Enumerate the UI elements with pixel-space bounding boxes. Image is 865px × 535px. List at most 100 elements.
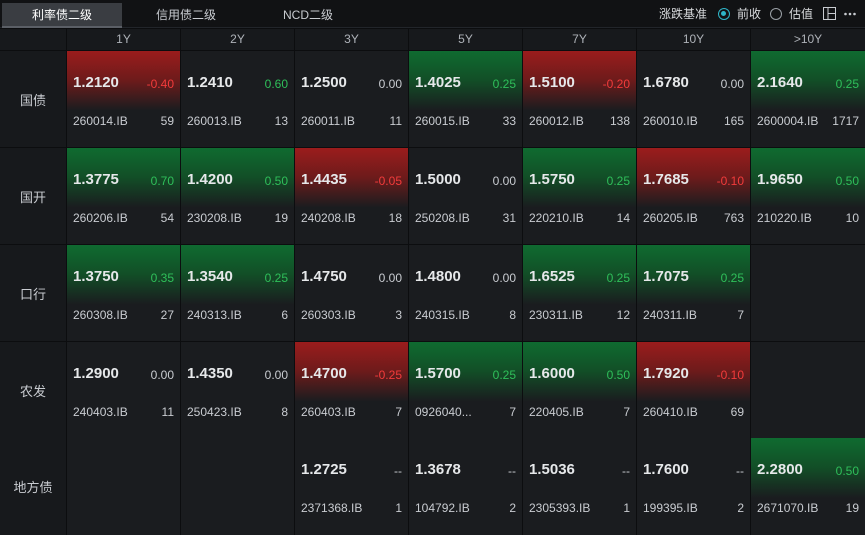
- empty-cell: [67, 438, 180, 535]
- change-value: 0.25: [492, 368, 516, 382]
- change-value: 0.50: [835, 174, 859, 188]
- yield-value: 1.7075: [643, 268, 689, 285]
- tab-rate-bond-secondary[interactable]: 利率债二级: [2, 3, 122, 27]
- change-value: 0.00: [378, 77, 402, 91]
- row-header: 国债: [0, 51, 66, 147]
- change-value: 0.00: [492, 271, 516, 285]
- quote-cell[interactable]: 1.2120 -0.40 260014.IB 59: [67, 51, 180, 147]
- change-basis-label: 涨跌基准: [659, 7, 708, 21]
- trade-count: 59: [160, 114, 174, 128]
- quote-cell[interactable]: 1.7685 -0.10 260205.IB 763: [637, 148, 750, 244]
- column-header-2y[interactable]: 2Y: [181, 29, 294, 50]
- trade-count: 7: [395, 405, 402, 419]
- tab-credit-bond-secondary[interactable]: 信用债二级: [126, 3, 246, 27]
- trade-count: 138: [609, 114, 630, 128]
- yield-value: 1.7920: [643, 365, 689, 382]
- quote-cell[interactable]: 1.3678 -- 104792.IB 2: [409, 438, 522, 535]
- valuation-label[interactable]: 估值: [789, 6, 813, 22]
- change-value: 0.00: [378, 271, 402, 285]
- radio-prev-close[interactable]: [718, 8, 730, 20]
- quote-cell[interactable]: 1.2500 0.00 260011.IB 11: [295, 51, 408, 147]
- trade-count: 763: [723, 211, 744, 225]
- trade-count: 8: [509, 308, 516, 322]
- trade-count: 18: [388, 211, 402, 225]
- quote-cell[interactable]: 1.5750 0.25 220210.IB 14: [523, 148, 636, 244]
- top-tab-bar: 利率债二级 信用债二级 NCD二级 涨跌基准 前收 估值: [0, 0, 865, 28]
- trade-count: 10: [845, 211, 859, 225]
- quote-cell[interactable]: 1.3775 0.70 260206.IB 54: [67, 148, 180, 244]
- change-value: 0.25: [264, 271, 288, 285]
- yield-value: 1.5000: [415, 171, 461, 188]
- yield-value: 1.6000: [529, 365, 575, 382]
- trade-count: 33: [502, 114, 516, 128]
- quote-cell[interactable]: 1.5100 -0.20 260012.IB 138: [523, 51, 636, 147]
- quote-cell[interactable]: 1.5700 0.25 0926040... 7: [409, 342, 522, 438]
- row-header: 口行: [0, 245, 66, 341]
- quote-cell[interactable]: 1.6000 0.50 220405.IB 7: [523, 342, 636, 438]
- bond-code: 2671070.IB: [757, 501, 819, 515]
- column-header-1y[interactable]: 1Y: [67, 29, 180, 50]
- quote-cell[interactable]: 1.4350 0.00 250423.IB 8: [181, 342, 294, 438]
- yield-value: 1.2900: [73, 365, 119, 382]
- column-header-gt10y[interactable]: >10Y: [751, 29, 865, 50]
- trade-count: 8: [281, 405, 288, 419]
- quote-cell[interactable]: 1.3750 0.35 260308.IB 27: [67, 245, 180, 341]
- radio-valuation[interactable]: [770, 8, 782, 20]
- quote-cell[interactable]: 1.7075 0.25 240311.IB 7: [637, 245, 750, 341]
- column-header-5y[interactable]: 5Y: [409, 29, 522, 50]
- bond-code: 250423.IB: [187, 405, 242, 419]
- column-header-10y[interactable]: 10Y: [637, 29, 750, 50]
- quote-cell[interactable]: 1.4750 0.00 260303.IB 3: [295, 245, 408, 341]
- trade-count: 3: [395, 308, 402, 322]
- quote-cell[interactable]: 2.2800 0.50 2671070.IB 19: [751, 438, 865, 535]
- bond-code: 230208.IB: [187, 211, 242, 225]
- quote-cell[interactable]: 1.7920 -0.10 260410.IB 69: [637, 342, 750, 438]
- quote-cell[interactable]: 1.4025 0.25 260015.IB 33: [409, 51, 522, 147]
- column-header-3y[interactable]: 3Y: [295, 29, 408, 50]
- yield-value: 1.9650: [757, 171, 803, 188]
- quote-cell[interactable]: 1.5036 -- 2305393.IB 1: [523, 438, 636, 535]
- quote-cell[interactable]: 1.4800 0.00 240315.IB 8: [409, 245, 522, 341]
- yield-value: 1.4350: [187, 365, 233, 382]
- quote-cell[interactable]: 1.4200 0.50 230208.IB 19: [181, 148, 294, 244]
- quote-cell[interactable]: 1.2725 -- 2371368.IB 1: [295, 438, 408, 535]
- quote-cell[interactable]: 2.1640 0.25 2600004.IB 1717: [751, 51, 865, 147]
- change-value: 0.00: [492, 174, 516, 188]
- bond-code: 260014.IB: [73, 114, 128, 128]
- yield-value: 1.2120: [73, 74, 119, 91]
- change-value: 0.25: [606, 271, 630, 285]
- quote-cell[interactable]: 1.3540 0.25 240313.IB 6: [181, 245, 294, 341]
- layout-icon[interactable]: [822, 7, 836, 21]
- change-value: --: [736, 464, 744, 478]
- quote-cell[interactable]: 1.4435 -0.05 240208.IB 18: [295, 148, 408, 244]
- quote-cell[interactable]: 1.9650 0.50 210220.IB 10: [751, 148, 865, 244]
- bond-code: 260206.IB: [73, 211, 128, 225]
- yield-value: 1.2410: [187, 74, 233, 91]
- trade-count: 12: [616, 308, 630, 322]
- more-icon[interactable]: [843, 7, 857, 21]
- quote-cell[interactable]: 1.2410 0.60 260013.IB 13: [181, 51, 294, 147]
- trade-count: 7: [623, 405, 630, 419]
- change-value: --: [622, 464, 630, 478]
- quote-cell[interactable]: 1.6780 0.00 260010.IB 165: [637, 51, 750, 147]
- change-value: 0.00: [720, 77, 744, 91]
- bond-code: 260011.IB: [301, 114, 355, 128]
- quote-cell[interactable]: 1.4700 -0.25 260403.IB 7: [295, 342, 408, 438]
- yield-value: 1.6525: [529, 268, 575, 285]
- bond-code: 260403.IB: [301, 405, 356, 419]
- change-value: -0.05: [374, 174, 402, 188]
- quote-cell[interactable]: 1.2900 0.00 240403.IB 11: [67, 342, 180, 438]
- column-header-7y[interactable]: 7Y: [523, 29, 636, 50]
- change-value: 0.50: [835, 464, 859, 478]
- quote-cell[interactable]: 1.5000 0.00 250208.IB 31: [409, 148, 522, 244]
- quote-cell[interactable]: 1.7600 -- 199395.IB 2: [637, 438, 750, 535]
- change-value: -0.20: [602, 77, 630, 91]
- prev-close-label[interactable]: 前收: [737, 6, 761, 22]
- tab-ncd-secondary[interactable]: NCD二级: [248, 3, 368, 27]
- quote-cell[interactable]: 1.6525 0.25 230311.IB 12: [523, 245, 636, 341]
- trade-count: 1717: [832, 114, 859, 128]
- bond-code: 260303.IB: [301, 308, 356, 322]
- yield-value: 1.6780: [643, 74, 689, 91]
- bond-code: 240315.IB: [415, 308, 470, 322]
- bond-code: 230311.IB: [529, 308, 583, 322]
